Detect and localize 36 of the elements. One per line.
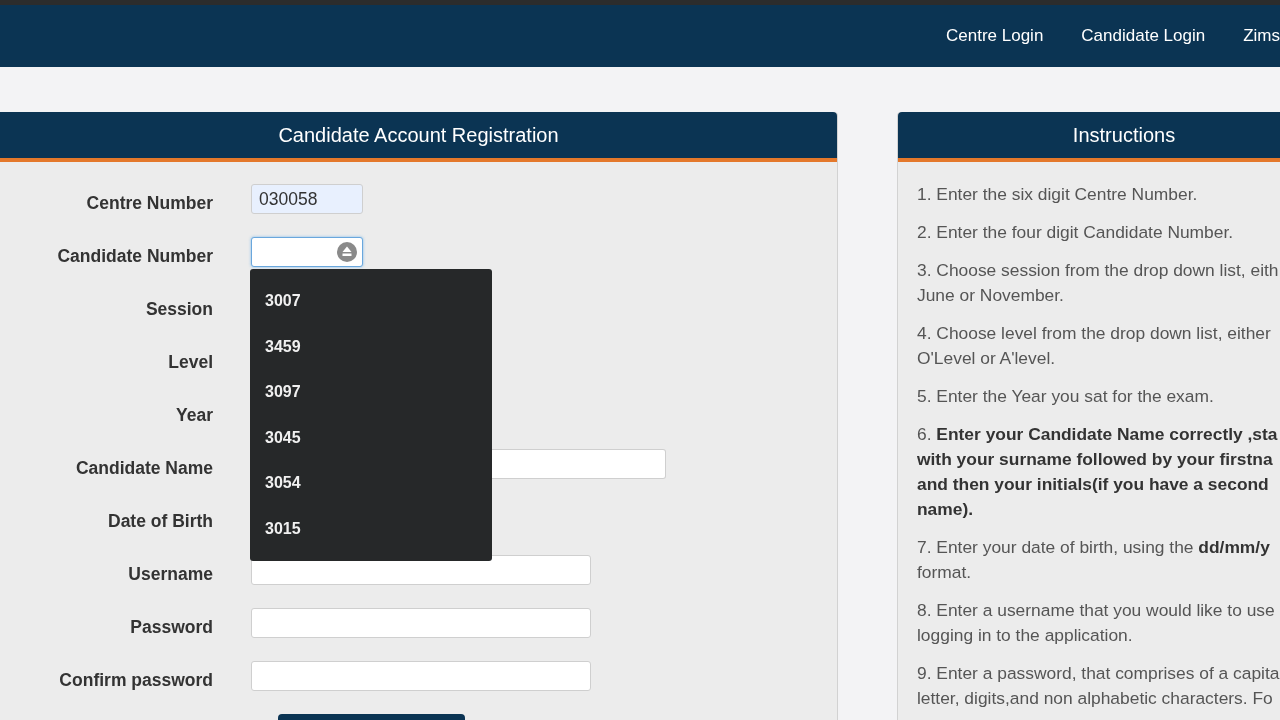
instruction-step: 6. Enter your Candidate Name correctly ,sta with your surname followed by your firstna and then your initials(if you have a second name). [917, 422, 1280, 522]
instruction-step: 9. Enter a password, that comprises of a capita letter, digits,and non alphabetic characters. Fo [917, 661, 1280, 711]
instruction-step: 5. Enter the Year you sat for the exam. [917, 384, 1280, 409]
form-label: Centre Number [86, 192, 213, 214]
form-label: Confirm password [59, 669, 213, 691]
instruction-step: 8. Enter a username that you would like to use logging in to the application. [917, 598, 1280, 648]
form-label: Username [128, 563, 213, 585]
instruction-step: 4. Choose level from the drop down list, either O'Level or A'level. [917, 321, 1280, 371]
nav-link[interactable]: Zims [1243, 25, 1280, 47]
suggestion-item[interactable]: 3097 [265, 383, 301, 402]
suggestion-item[interactable]: 3045 [265, 428, 301, 447]
input-field[interactable] [492, 448, 666, 479]
instruction-step: 3. Choose session from the drop down list, eith June or November. [917, 258, 1280, 308]
suggestion-item[interactable]: 3459 [265, 337, 301, 356]
form-label: Year [176, 404, 213, 426]
input-field[interactable] [251, 660, 591, 691]
suggestion-item[interactable]: 3007 [265, 292, 301, 311]
form-label: Level [168, 351, 213, 373]
form-label: Candidate Name [75, 457, 213, 479]
input-field[interactable] [251, 607, 591, 638]
input-field[interactable] [251, 236, 363, 267]
instruction-step: 1. Enter the six digit Centre Number. [917, 182, 1280, 207]
suggestion-item[interactable]: 3015 [265, 519, 301, 538]
form-label: Date of Birth [108, 510, 213, 532]
form-label: Candidate Number [57, 245, 213, 267]
input-field[interactable]: 030058 [251, 183, 363, 214]
panel-header: Candidate Account Registration [0, 112, 837, 162]
eject-circle-icon[interactable] [337, 241, 357, 262]
nav-link[interactable]: Centre Login [946, 25, 1044, 47]
form-label: Password [130, 616, 213, 638]
panel-header: Instructions [898, 112, 1280, 162]
nav-link[interactable]: Candidate Login [1081, 25, 1206, 47]
instruction-step: 7. Enter your date of birth, using the dd/mm/y format. [917, 535, 1280, 585]
instruction-step: 2. Enter the four digit Candidate Number. [917, 220, 1280, 245]
form-label: Session [145, 298, 213, 320]
suggestion-item[interactable]: 3054 [265, 474, 301, 493]
